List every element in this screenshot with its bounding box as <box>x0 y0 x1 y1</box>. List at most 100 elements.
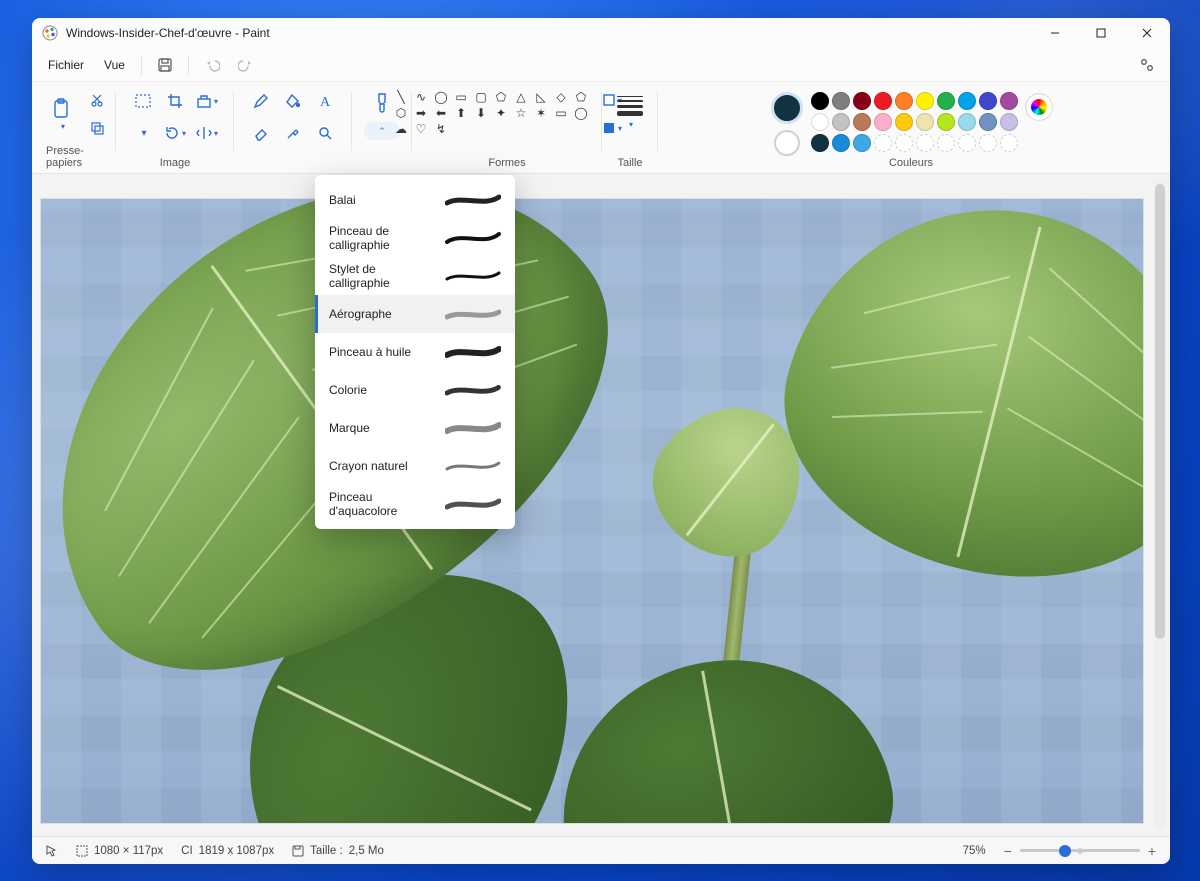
brush-menu-item[interactable]: Crayon naturel <box>315 447 515 485</box>
pencil-tool[interactable] <box>247 88 275 114</box>
palette-swatch[interactable] <box>895 113 913 131</box>
brush-stroke-preview-icon <box>445 306 501 322</box>
shape-callout3-icon[interactable]: ☁ <box>393 122 409 136</box>
shape-arrow-u-icon[interactable]: ⬆ <box>453 106 469 120</box>
shape-callout2-icon[interactable]: ◯ <box>573 106 589 120</box>
shape-arrow-l-icon[interactable]: ⬅ <box>433 106 449 120</box>
shape-line-icon[interactable]: ╲ <box>393 90 409 104</box>
shape-6star-icon[interactable]: ✶ <box>533 106 549 120</box>
text-tool[interactable]: A <box>311 88 339 114</box>
palette-swatch[interactable] <box>811 92 829 110</box>
eraser-tool[interactable] <box>247 120 275 146</box>
palette-swatch[interactable] <box>979 92 997 110</box>
palette-swatch[interactable] <box>853 92 871 110</box>
palette-swatch[interactable] <box>811 134 829 152</box>
undo-button[interactable] <box>195 51 229 79</box>
shape-rtriangle-icon[interactable]: ◺ <box>533 90 549 104</box>
copy-button[interactable] <box>84 116 110 140</box>
shape-bolt-icon[interactable]: ↯ <box>433 122 449 136</box>
menu-view[interactable]: Vue <box>94 52 135 78</box>
zoom-out-icon[interactable]: − <box>1004 843 1012 859</box>
palette-swatch[interactable] <box>958 92 976 110</box>
shape-arrow-r-icon[interactable]: ➡ <box>413 106 429 120</box>
cut-button[interactable] <box>84 88 110 112</box>
palette-swatch[interactable] <box>937 92 955 110</box>
statusbar: 1080 × 117px CI 1819 x 1087px Taille : 2… <box>32 836 1170 864</box>
palette-swatch[interactable] <box>895 92 913 110</box>
resize-button[interactable]: ▾ <box>193 88 221 114</box>
size-button[interactable]: ▾ <box>616 88 644 133</box>
palette-swatch[interactable] <box>832 92 850 110</box>
palette-swatch-empty[interactable] <box>874 134 892 152</box>
magnifier-tool[interactable] <box>311 120 339 146</box>
shape-roundrect-icon[interactable]: ▢ <box>473 90 489 104</box>
zoom-in-icon[interactable]: + <box>1148 843 1156 859</box>
palette-swatch-empty[interactable] <box>895 134 913 152</box>
color1-swatch[interactable] <box>771 92 803 124</box>
shape-5star-icon[interactable]: ☆ <box>513 106 529 120</box>
palette-swatch[interactable] <box>853 134 871 152</box>
palette-swatch[interactable] <box>832 113 850 131</box>
palette-swatch[interactable] <box>916 92 934 110</box>
palette-swatch-empty[interactable] <box>1000 134 1018 152</box>
maximize-button[interactable] <box>1078 18 1124 48</box>
shapes-gallery[interactable]: ╲ ∿ ◯ ▭ ▢ ⬠ △ ◺ ◇ ⬠ ⬡ ➡ ⬅ ⬆ ⬇ ✦ ☆ <box>389 88 593 138</box>
vertical-scrollbar[interactable] <box>1154 180 1166 830</box>
palette-swatch[interactable] <box>979 113 997 131</box>
palette-swatch[interactable] <box>874 92 892 110</box>
minimize-button[interactable] <box>1032 18 1078 48</box>
shape-polygon-icon[interactable]: ⬠ <box>493 90 509 104</box>
palette-swatch[interactable] <box>916 113 934 131</box>
group-label-image: Image <box>160 157 191 171</box>
brush-stroke-preview-icon <box>445 344 501 360</box>
brush-menu-item[interactable]: Pinceau d'aquacolore <box>315 485 515 523</box>
brush-menu-item[interactable]: Balai <box>315 181 515 219</box>
save-button[interactable] <box>148 51 182 79</box>
brush-menu-item[interactable]: Pinceau à huile <box>315 333 515 371</box>
rotate-button[interactable]: ▾ <box>161 120 189 146</box>
canvas[interactable] <box>40 198 1144 824</box>
shape-callout1-icon[interactable]: ▭ <box>553 106 569 120</box>
palette-swatch[interactable] <box>853 113 871 131</box>
redo-button[interactable] <box>229 51 263 79</box>
palette-swatch[interactable] <box>1000 113 1018 131</box>
palette-swatch-empty[interactable] <box>979 134 997 152</box>
palette-swatch-empty[interactable] <box>958 134 976 152</box>
brush-menu-item[interactable]: Aérographe <box>315 295 515 333</box>
shape-hexagon-icon[interactable]: ⬡ <box>393 106 409 120</box>
palette-swatch-empty[interactable] <box>937 134 955 152</box>
brush-menu-item[interactable]: Stylet de calligraphie <box>315 257 515 295</box>
shape-rect-icon[interactable]: ▭ <box>453 90 469 104</box>
brush-menu-item[interactable]: Colorie <box>315 371 515 409</box>
shape-diamond-icon[interactable]: ◇ <box>553 90 569 104</box>
fill-tool[interactable] <box>279 88 307 114</box>
palette-swatch-empty[interactable] <box>916 134 934 152</box>
select-button[interactable] <box>129 88 157 114</box>
paste-button[interactable]: ▾ <box>44 88 80 140</box>
palette-swatch[interactable] <box>832 134 850 152</box>
color2-swatch[interactable] <box>774 130 800 156</box>
select-dropdown[interactable]: ▾ <box>129 120 157 146</box>
palette-swatch[interactable] <box>937 113 955 131</box>
palette-swatch[interactable] <box>874 113 892 131</box>
palette-swatch[interactable] <box>1000 92 1018 110</box>
palette-swatch[interactable] <box>811 113 829 131</box>
picker-tool[interactable] <box>279 120 307 146</box>
zoom-slider[interactable]: − + <box>1004 843 1156 859</box>
shape-heart-icon[interactable]: ♡ <box>413 122 429 136</box>
brush-menu-item[interactable]: Marque <box>315 409 515 447</box>
shape-arrow-d-icon[interactable]: ⬇ <box>473 106 489 120</box>
crop-button[interactable] <box>161 88 189 114</box>
brush-menu-item[interactable]: Pinceau de calligraphie <box>315 219 515 257</box>
menu-file[interactable]: Fichier <box>38 52 94 78</box>
shape-triangle-icon[interactable]: △ <box>513 90 529 104</box>
shape-pentagon-icon[interactable]: ⬠ <box>573 90 589 104</box>
close-button[interactable] <box>1124 18 1170 48</box>
shape-oval-icon[interactable]: ◯ <box>433 90 449 104</box>
settings-button[interactable] <box>1130 51 1164 79</box>
edit-colors-button[interactable] <box>1026 94 1052 120</box>
shape-curve-icon[interactable]: ∿ <box>413 90 429 104</box>
shape-4star-icon[interactable]: ✦ <box>493 106 509 120</box>
palette-swatch[interactable] <box>958 113 976 131</box>
flip-button[interactable]: ▾ <box>193 120 221 146</box>
